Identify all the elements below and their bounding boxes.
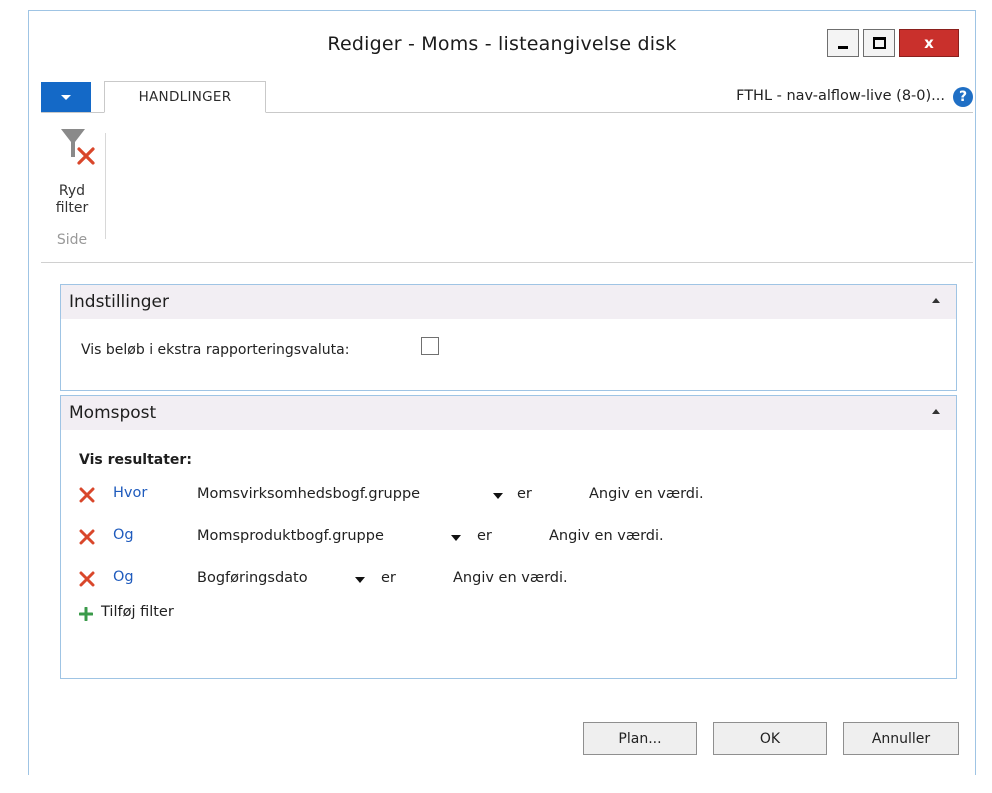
chevron-up-icon[interactable] (932, 409, 940, 414)
company-name[interactable]: FTHL - nav-alflow-live (8-0)... (736, 88, 945, 104)
filter-conjunction-link[interactable]: Og (113, 527, 134, 543)
chevron-down-icon[interactable] (451, 535, 461, 541)
filter-field[interactable]: Momsvirksomhedsbogf.gruppe (197, 486, 420, 502)
maximize-icon (872, 37, 886, 49)
clear-filter-label: Ryd filter (55, 183, 89, 216)
filter-row: Hvor Momsvirksomhedsbogf.gruppe er Angiv… (79, 485, 949, 507)
minimize-button[interactable] (827, 29, 859, 57)
plan-button[interactable]: Plan... (583, 722, 697, 755)
close-icon[interactable] (79, 487, 95, 503)
chevron-down-icon[interactable] (493, 493, 503, 499)
title-bar: Rediger - Moms - listeangivelse disk x (29, 11, 975, 81)
clear-filter-button[interactable]: Ryd filter (45, 127, 99, 237)
maximize-button[interactable] (863, 29, 895, 57)
close-icon: x (924, 34, 934, 52)
ribbon-tab-row: HANDLINGER FTHL - nav-alflow-live (8-0).… (41, 81, 973, 113)
show-results-label: Vis resultater: (79, 452, 192, 468)
filter-field[interactable]: Momsproduktbogf.gruppe (197, 528, 384, 544)
filter-value[interactable]: Angiv en værdi. (549, 528, 664, 544)
dialog-window: Rediger - Moms - listeangivelse disk x H… (28, 10, 976, 776)
close-icon[interactable] (79, 571, 95, 587)
close-icon[interactable] (79, 529, 95, 545)
momspost-panel-header[interactable]: Momspost (61, 396, 956, 430)
filter-operator: er (381, 570, 396, 586)
filter-row: Og Momsproduktbogf.gruppe er Angiv en væ… (79, 527, 949, 549)
settings-panel-header[interactable]: Indstillinger (61, 285, 956, 319)
filter-operator: er (517, 486, 532, 502)
ok-button[interactable]: OK (713, 722, 827, 755)
plus-icon (79, 607, 93, 621)
ribbon-body: Ryd filter Side (41, 113, 973, 263)
chevron-down-icon[interactable] (355, 577, 365, 583)
extra-currency-checkbox[interactable] (421, 337, 439, 355)
add-filter-label: Tilføj filter (101, 604, 174, 620)
help-icon[interactable]: ? (953, 87, 973, 107)
ribbon-divider (105, 133, 106, 239)
app-menu-button[interactable] (41, 82, 91, 112)
dialog-content: Indstillinger Vis beløb i ekstra rapport… (29, 263, 975, 776)
filter-clear-icon (61, 129, 95, 165)
filter-conjunction-link[interactable]: Hvor (113, 485, 147, 501)
filter-conjunction-link[interactable]: Og (113, 569, 134, 585)
extra-currency-label: Vis beløb i ekstra rapporteringsvaluta: (81, 342, 350, 358)
chevron-down-icon (61, 94, 71, 100)
cancel-button[interactable]: Annuller (843, 722, 959, 755)
settings-panel: Indstillinger Vis beløb i ekstra rapport… (60, 284, 957, 391)
settings-panel-title: Indstillinger (69, 292, 170, 312)
momspost-panel: Momspost Vis resultater: Hvor Momsvirkso… (60, 395, 957, 679)
chevron-up-icon[interactable] (932, 298, 940, 303)
filter-row: Og Bogføringsdato er Angiv en værdi. (79, 569, 949, 591)
close-button[interactable]: x (899, 29, 959, 57)
filter-value[interactable]: Angiv en værdi. (589, 486, 704, 502)
momspost-panel-title: Momspost (69, 403, 157, 423)
filter-field[interactable]: Bogføringsdato (197, 570, 308, 586)
minimize-icon (838, 45, 848, 49)
filter-value[interactable]: Angiv en værdi. (453, 570, 568, 586)
filter-operator: er (477, 528, 492, 544)
tab-handlinger[interactable]: HANDLINGER (104, 81, 266, 113)
ribbon-group-label: Side (56, 232, 88, 248)
